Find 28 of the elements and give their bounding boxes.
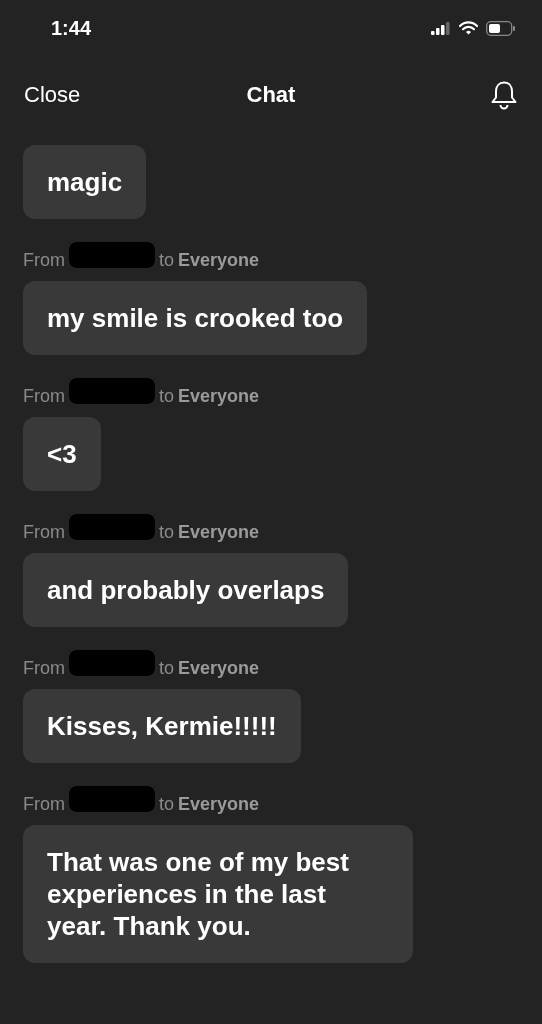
recipient-name: Everyone [178,521,260,543]
recipient-label: to [159,793,174,815]
sender-label: From [23,657,65,679]
sender-label: From [23,521,65,543]
recipient-name: Everyone [178,657,260,679]
message-bubble: <3 [23,417,101,491]
message-bubble: That was one of my best experiences in the last year. Thank you. [23,825,413,963]
recipient-label: to [159,521,174,543]
message-bubble: magic [23,145,147,219]
recipient-label: to [159,657,174,679]
recipient-name: Everyone [178,249,260,271]
recipient-label: to [159,249,174,271]
chat-title: Chat [246,82,296,108]
recipient-name: Everyone [178,385,260,407]
recipient-name: Everyone [178,793,260,815]
sender-label: From [23,249,65,271]
wifi-icon [459,21,478,35]
close-button[interactable]: Close [24,82,81,108]
status-time: 1:44 [51,16,92,40]
signal-icon [431,21,451,35]
message-bubble: my smile is crooked too [23,281,368,355]
sender-label: From [23,793,65,815]
sender-label: From [23,385,65,407]
recipient-label: to [159,385,174,407]
message-bubble: Kisses, Kermie!!!!! [23,689,301,763]
bell-icon[interactable] [490,80,518,110]
message-bubble: and probably overlaps [23,553,349,627]
battery-icon [486,20,516,36]
